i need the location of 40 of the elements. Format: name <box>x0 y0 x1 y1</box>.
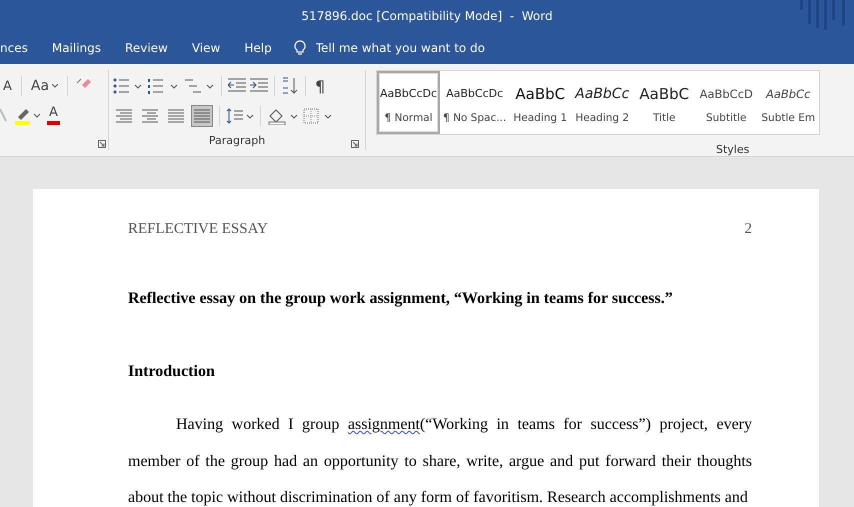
borders-icon[interactable] <box>303 108 333 124</box>
grow-font-button[interactable]: A <box>0 75 15 97</box>
ribbon-tab[interactable]: Mailings <box>40 32 114 64</box>
shading-icon[interactable] <box>267 107 299 125</box>
style-item[interactable]: AaBbCcDc ¶ No Spac... <box>440 71 510 134</box>
style-item[interactable]: AaBbC Heading 1 <box>509 71 572 134</box>
window-title: 517896.doc [Compatibility Mode] - Word <box>301 9 553 23</box>
heading: Reflective essay on the group work assignment, “Working in teams for success.” <box>128 290 674 308</box>
ribbon-tab[interactable]: nces <box>0 32 40 64</box>
style-item[interactable]: AaBbCcD Subtitle <box>695 71 758 134</box>
decrease-indent-icon[interactable] <box>228 78 246 94</box>
dialog-launcher-icon[interactable] <box>351 140 359 148</box>
style-item[interactable]: AaBbCc Heading 2 <box>571 71 634 134</box>
change-case-button[interactable]: Aa <box>28 75 62 97</box>
justify-button[interactable] <box>191 105 213 127</box>
ribbon-tab[interactable]: View <box>180 32 232 64</box>
body-paragraph: Having worked I group assignment(“Working in teams for success”) project, every member of the group had an opportunity to share, write, argue and put forward their thoughts about the topic without discrimination of any form of favoritism. Research accomplishments and <box>128 415 752 507</box>
style-item[interactable]: AaBbCcDc ¶ Normal <box>377 71 440 134</box>
style-item[interactable]: AaBbCc Subtle Em <box>757 71 820 134</box>
group-label: Styles <box>716 143 750 156</box>
font-color-button[interactable]: A <box>44 104 63 128</box>
group-label: Paragraph <box>208 134 266 147</box>
line-spacing-icon[interactable] <box>226 107 254 125</box>
ribbon-tab[interactable]: Help <box>232 32 284 64</box>
dialog-launcher-icon[interactable] <box>98 140 106 148</box>
increase-indent-icon[interactable] <box>250 78 268 94</box>
tell-me-field[interactable]: Tell me what you want to do <box>314 40 498 56</box>
show-marks-button[interactable]: ¶ <box>312 75 328 97</box>
ribbon-tab[interactable]: Review <box>113 32 180 64</box>
highlighter-icon[interactable] <box>14 107 40 125</box>
numbered-list-icon[interactable] <box>147 78 179 94</box>
heading: Introduction <box>128 363 216 381</box>
multilevel-list-icon[interactable] <box>183 78 215 94</box>
page-number: 2 <box>744 221 752 238</box>
caret-icon <box>52 84 58 88</box>
style-item[interactable]: AaBbC Title <box>633 71 696 134</box>
bullet-list-icon[interactable] <box>113 78 143 94</box>
running-header: REFLECTIVE ESSAY <box>128 221 268 238</box>
sort-icon[interactable] <box>281 77 299 95</box>
lightbulb-icon <box>294 40 306 56</box>
